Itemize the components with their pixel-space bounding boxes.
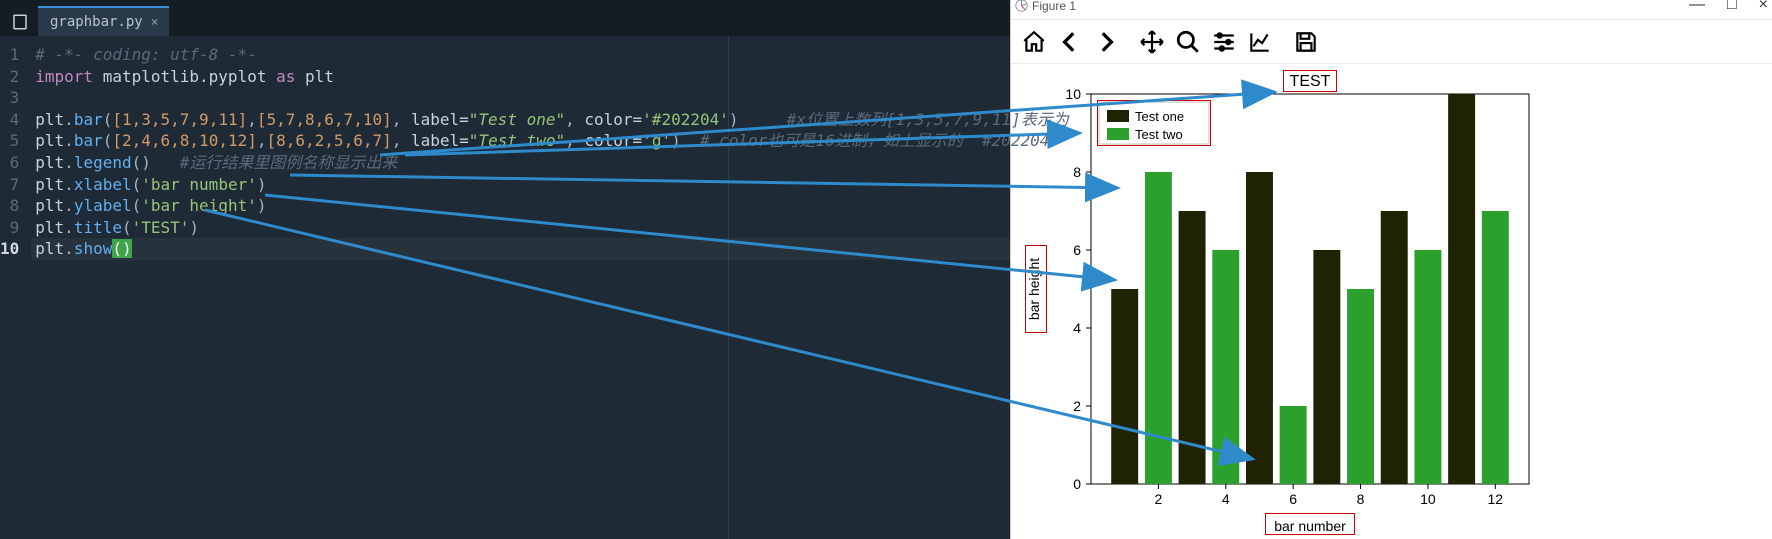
code-token: show: [74, 239, 113, 258]
line-number: 3: [0, 87, 19, 109]
code-editor: graphbar.py × 1 2 3 4 5 6 7 8 9 10 # -*-…: [0, 0, 1010, 539]
zoom-icon[interactable]: [1171, 25, 1205, 59]
line-number: 6: [0, 152, 19, 174]
line-number: 5: [0, 130, 19, 152]
code-token: plt: [35, 239, 64, 258]
line-number: 8: [0, 195, 19, 217]
svg-text:10: 10: [1420, 491, 1436, 507]
code-token: plt: [35, 110, 64, 129]
code-token: [1,3,5,7,9,11]: [112, 110, 247, 129]
line-number: 10: [0, 238, 19, 260]
minimize-button[interactable]: —: [1689, 0, 1705, 14]
code-token: plt: [35, 153, 64, 172]
window-buttons: — □ ×: [1689, 0, 1768, 14]
code-body[interactable]: # -*- coding: utf-8 -*- import matplotli…: [31, 44, 1069, 539]
move-icon[interactable]: [1135, 25, 1169, 59]
code-token: as: [276, 67, 295, 86]
code-token: 'TEST': [132, 218, 190, 237]
code-token: title: [74, 218, 122, 237]
code-token: xlabel: [74, 175, 132, 194]
code-token: bar: [74, 131, 103, 150]
code-token: plt: [35, 196, 64, 215]
code-token: #运行结果里图例名称显示出来: [180, 153, 398, 172]
svg-text:10: 10: [1065, 86, 1081, 102]
code-token: # color也可是16进制，如上显示的 #202204: [700, 131, 1049, 150]
highlight-legend: [1097, 100, 1211, 146]
code-token: # -*- coding: utf-8 -*-: [35, 45, 257, 64]
tab-filename: graphbar.py: [50, 14, 143, 30]
code-token: plt: [305, 67, 334, 86]
maximize-button[interactable]: □: [1727, 0, 1737, 14]
code-token: matplotlib.pyplot: [103, 67, 267, 86]
code-token: label=: [411, 110, 469, 129]
line-number: 7: [0, 174, 19, 196]
close-button[interactable]: ×: [1759, 0, 1768, 14]
window-title: Figure 1: [1032, 0, 1076, 13]
save-icon[interactable]: [1289, 25, 1323, 59]
configure-icon[interactable]: [1207, 25, 1241, 59]
code-token: plt: [35, 131, 64, 150]
svg-text:6: 6: [1289, 491, 1297, 507]
svg-text:4: 4: [1073, 320, 1081, 336]
code-token: 'bar number': [141, 175, 257, 194]
code-token: plt: [35, 175, 64, 194]
code-token: "Test one": [469, 110, 565, 129]
code-token: color=: [584, 131, 642, 150]
titlebar-left: Figure 1: [1015, 0, 1076, 13]
document-icon: [6, 8, 34, 36]
plot-canvas: 024681024681012TESTbar numberbar heightT…: [1011, 64, 1772, 539]
code-token: (): [112, 239, 131, 258]
highlight-xlabel: [1265, 513, 1355, 535]
code-token: plt: [35, 218, 64, 237]
svg-text:8: 8: [1357, 491, 1365, 507]
matplotlib-icon: [1015, 0, 1028, 12]
bar-chart: 024681024681012TESTbar numberbar heightT…: [1011, 64, 1569, 539]
code-token: color=: [584, 110, 642, 129]
code-token: legend: [74, 153, 132, 172]
svg-text:12: 12: [1488, 491, 1504, 507]
line-number: 1: [0, 44, 19, 66]
code-area[interactable]: 1 2 3 4 5 6 7 8 9 10 # -*- coding: utf-8…: [0, 36, 1010, 539]
titlebar[interactable]: Figure 1 — □ ×: [1011, 0, 1772, 20]
svg-text:0: 0: [1073, 476, 1081, 492]
axes-icon[interactable]: [1243, 25, 1277, 59]
code-token: [2,4,6,8,10,12]: [112, 131, 257, 150]
highlight-title: [1283, 70, 1337, 92]
code-token: [8,6,2,5,6,7]: [267, 131, 392, 150]
tabbar: graphbar.py ×: [0, 0, 1010, 36]
svg-text:2: 2: [1073, 398, 1081, 414]
gutter: 1 2 3 4 5 6 7 8 9 10: [0, 44, 31, 539]
matplotlib-window: Figure 1 — □ × 024681024681012TESTbar nu…: [1010, 0, 1772, 539]
svg-text:4: 4: [1222, 491, 1230, 507]
code-token: "Test two": [469, 131, 565, 150]
code-token: 'g': [642, 131, 671, 150]
code-token: import: [35, 67, 93, 86]
forward-icon[interactable]: [1089, 25, 1123, 59]
line-number: 4: [0, 109, 19, 131]
tab-graphbar[interactable]: graphbar.py ×: [38, 6, 169, 36]
line-number: 9: [0, 217, 19, 239]
svg-text:6: 6: [1073, 242, 1081, 258]
code-token: label=: [411, 131, 469, 150]
svg-text:2: 2: [1154, 491, 1162, 507]
code-token: 'bar height': [141, 196, 257, 215]
code-token: bar: [74, 110, 103, 129]
highlight-ylabel: [1025, 245, 1047, 333]
close-icon[interactable]: ×: [151, 15, 159, 30]
matplotlib-toolbar: [1011, 20, 1772, 64]
code-token: '#202204': [642, 110, 729, 129]
code-token: [5,7,8,6,7,10]: [257, 110, 392, 129]
line-number: 2: [0, 66, 19, 88]
svg-text:8: 8: [1073, 164, 1081, 180]
code-token: ylabel: [74, 196, 132, 215]
